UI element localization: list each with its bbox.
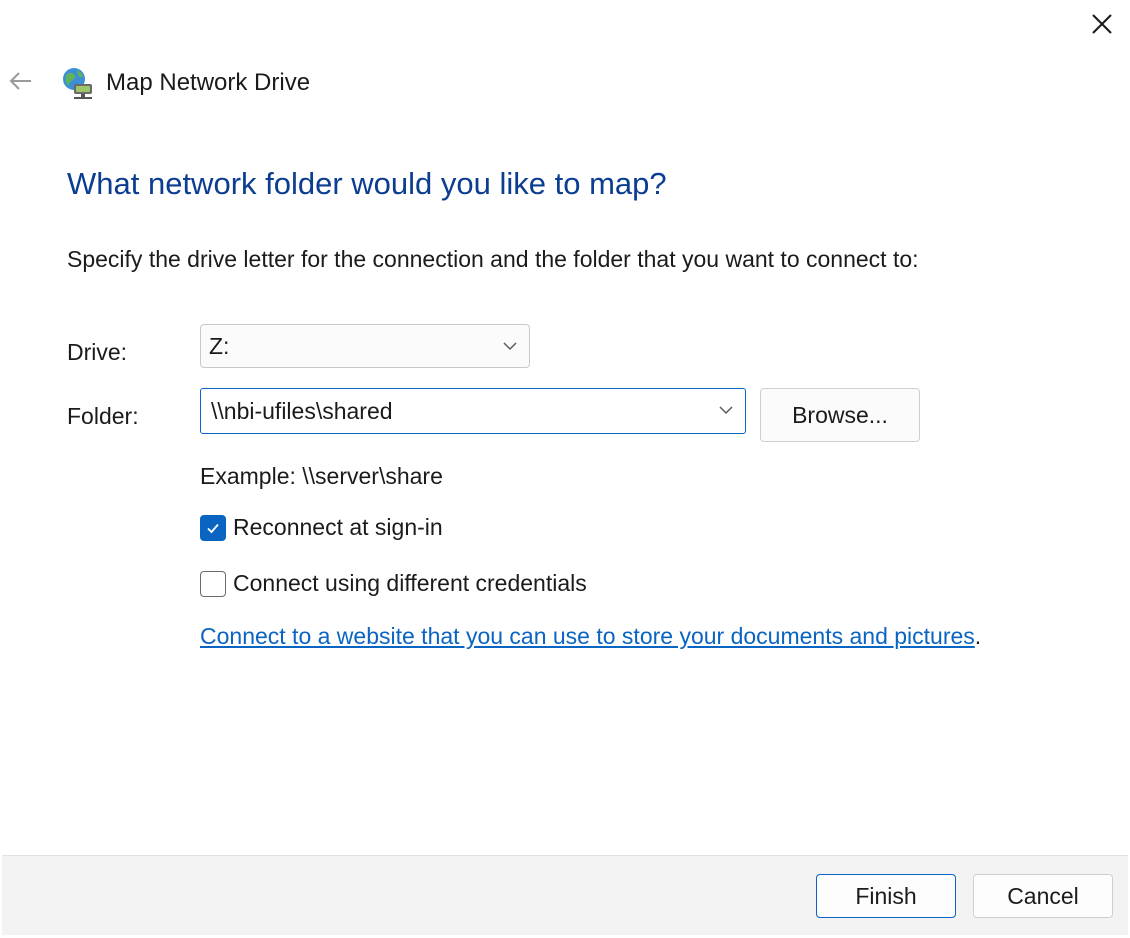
- instruction-text: Specify the drive letter for the connect…: [67, 246, 919, 272]
- reconnect-checkbox[interactable]: [200, 514, 226, 541]
- close-button[interactable]: [1082, 4, 1122, 44]
- page-heading: What network folder would you like to ma…: [67, 166, 667, 201]
- cancel-button[interactable]: Cancel: [973, 874, 1113, 918]
- reconnect-label: Reconnect at sign-in: [233, 514, 443, 540]
- example-text: Example: \\server\share: [200, 463, 443, 489]
- website-link-line: Connect to a website that you can use to…: [200, 623, 981, 650]
- credentials-label: Connect using different credentials: [233, 570, 587, 596]
- reconnect-checkbox-row[interactable]: Reconnect at sign-in: [200, 514, 443, 541]
- network-drive-icon: [60, 66, 98, 100]
- finish-button[interactable]: Finish: [816, 874, 956, 918]
- back-arrow-icon: [9, 72, 31, 90]
- website-link[interactable]: Connect to a website that you can use to…: [200, 623, 975, 649]
- folder-combobox[interactable]: [200, 388, 746, 434]
- chevron-down-icon: [503, 342, 517, 351]
- footer-bar: [2, 855, 1128, 935]
- credentials-checkbox[interactable]: [200, 570, 226, 597]
- folder-label: Folder:: [67, 403, 139, 429]
- back-button[interactable]: [4, 64, 38, 98]
- close-icon: [1092, 14, 1112, 34]
- credentials-checkbox-row[interactable]: Connect using different credentials: [200, 570, 587, 597]
- link-suffix: .: [974, 623, 982, 649]
- drive-value: Z:: [209, 332, 230, 359]
- drive-label: Drive:: [67, 339, 128, 365]
- chevron-down-icon[interactable]: [717, 401, 735, 419]
- window-title: Map Network Drive: [106, 69, 311, 96]
- checkmark-icon: [207, 523, 219, 533]
- folder-input[interactable]: [211, 397, 691, 425]
- browse-button[interactable]: Browse...: [760, 388, 920, 442]
- drive-select[interactable]: Z:: [200, 324, 530, 368]
